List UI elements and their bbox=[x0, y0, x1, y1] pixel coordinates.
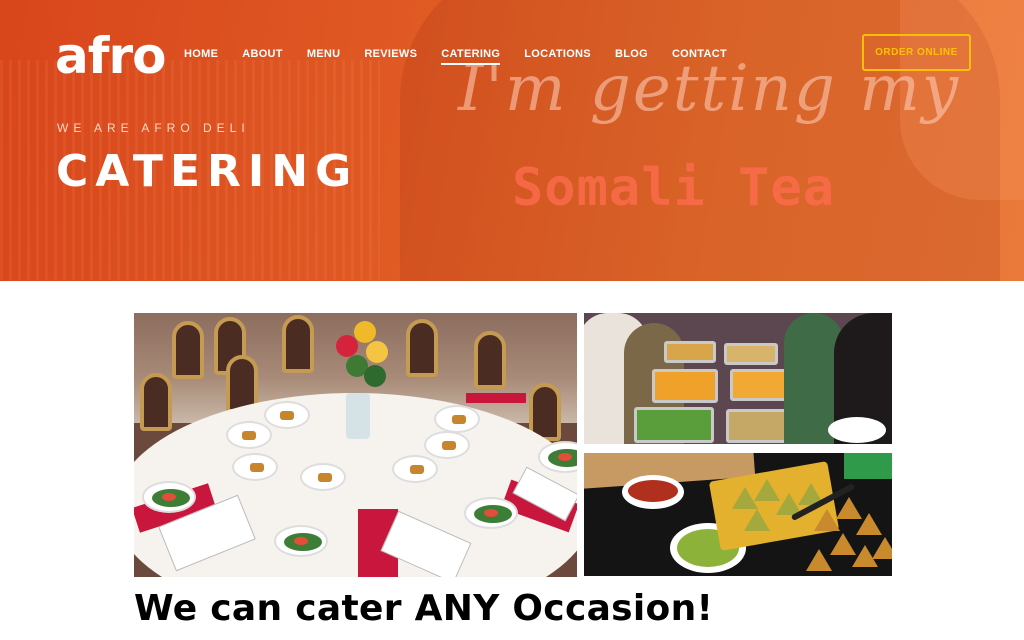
glass-vase bbox=[346, 393, 370, 439]
page-title: CATERING bbox=[56, 146, 359, 197]
hero-background-led-sign: Somali Tea bbox=[512, 158, 836, 218]
red-napkin bbox=[466, 393, 526, 403]
plate bbox=[392, 455, 438, 483]
nav-item-catering[interactable]: CATERING bbox=[441, 48, 501, 65]
nav-item-locations[interactable]: LOCATIONS bbox=[524, 48, 591, 65]
chair bbox=[406, 319, 438, 377]
samosa bbox=[872, 537, 892, 559]
nav-item-menu[interactable]: MENU bbox=[307, 48, 341, 65]
samosa-platter-photo bbox=[584, 453, 892, 576]
buffet-line-photo bbox=[584, 313, 892, 444]
rice-tray bbox=[652, 369, 718, 403]
salad-plate bbox=[464, 497, 518, 529]
sauce-bowl bbox=[622, 475, 684, 509]
salad-plate bbox=[274, 525, 328, 557]
samosa bbox=[856, 513, 882, 535]
nav-item-about[interactable]: ABOUT bbox=[242, 48, 283, 65]
nav-item-contact[interactable]: CONTACT bbox=[672, 48, 727, 65]
plate bbox=[424, 431, 470, 459]
afro-logo[interactable]: afro bbox=[55, 26, 167, 86]
food-tray bbox=[664, 341, 716, 363]
hero-banner: I'm getting my Somali Tea afro HOME ABOU… bbox=[0, 0, 1024, 281]
nav-item-blog[interactable]: BLOG bbox=[615, 48, 648, 65]
samosa bbox=[806, 549, 832, 571]
plate bbox=[264, 401, 310, 429]
chair bbox=[282, 315, 314, 373]
plate bbox=[434, 405, 480, 433]
flower-centerpiece bbox=[332, 321, 390, 399]
samosa bbox=[744, 509, 770, 531]
plate bbox=[300, 463, 346, 491]
chair bbox=[140, 373, 172, 431]
hero-eyebrow: WE ARE AFRO DELI bbox=[57, 121, 250, 135]
banquet-table-photo bbox=[134, 313, 577, 577]
plate bbox=[226, 421, 272, 449]
chair bbox=[474, 331, 506, 389]
plate bbox=[232, 453, 278, 481]
food-tray bbox=[724, 343, 778, 365]
chair bbox=[172, 321, 204, 379]
order-online-button[interactable]: ORDER ONLINE bbox=[862, 34, 971, 71]
nav-item-home[interactable]: HOME bbox=[184, 48, 218, 65]
salad-bowl bbox=[828, 417, 886, 443]
green-sign bbox=[844, 453, 892, 479]
main-nav: HOME ABOUT MENU REVIEWS CATERING LOCATIO… bbox=[184, 48, 751, 65]
nav-item-reviews[interactable]: REVIEWS bbox=[364, 48, 417, 65]
salad-tray bbox=[634, 407, 714, 443]
salad-plate bbox=[142, 481, 196, 513]
catering-headline: We can cater ANY Occasion! bbox=[134, 588, 714, 629]
